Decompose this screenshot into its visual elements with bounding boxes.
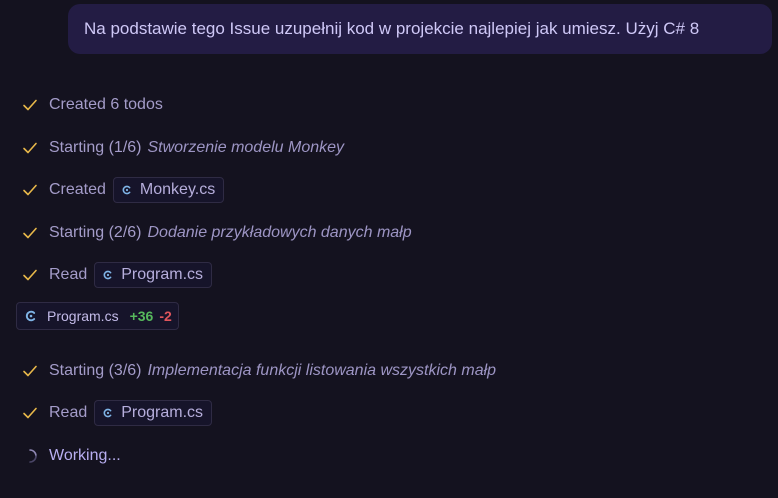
step-title: Stworzenie modelu Monkey: [147, 139, 345, 156]
file-chip-monkey[interactable]: Monkey.cs: [112, 177, 225, 203]
step-label: Read: [49, 266, 88, 283]
step-label: Starting (1/6): [49, 139, 142, 156]
file-name: Monkey.cs: [139, 181, 216, 198]
step-label: Starting (3/6): [49, 362, 142, 379]
step-label: Created 6 todos: [49, 96, 163, 113]
step-starting-3: Starting (3/6) Implementacja funkcji lis…: [22, 357, 496, 385]
step-title: Implementacja funkcji listowania wszystk…: [147, 362, 497, 379]
csharp-file-icon: [121, 184, 133, 196]
csharp-file-icon: [102, 407, 114, 419]
step-read-file-2: Read Program.cs: [22, 399, 213, 427]
check-icon: [22, 363, 38, 379]
spinner-icon: [22, 448, 38, 464]
check-icon: [22, 225, 38, 241]
step-starting-2: Starting (2/6) Dodanie przykładowych dan…: [22, 219, 412, 247]
step-label: Created: [49, 181, 106, 198]
step-read-file: Read Program.cs: [22, 261, 213, 289]
check-icon: [22, 140, 38, 156]
check-icon: [22, 97, 38, 113]
csharp-file-icon: [24, 309, 38, 323]
check-icon: [22, 267, 38, 283]
diff-added-count: +36: [129, 308, 154, 324]
csharp-file-icon: [102, 269, 114, 281]
step-label: Read: [49, 404, 88, 421]
step-label: Starting (2/6): [49, 224, 142, 241]
step-created-todos: Created 6 todos: [22, 91, 169, 119]
user-message: Na podstawie tego Issue uzupełnij kod w …: [68, 4, 772, 54]
file-name: Program.cs: [121, 266, 204, 283]
check-icon: [22, 405, 38, 421]
diff-removed-count: -2: [159, 308, 172, 324]
step-created-file: Created Monkey.cs: [22, 176, 225, 204]
diff-chip-program[interactable]: Program.cs +36 -2: [16, 302, 179, 330]
working-status: Working...: [22, 442, 121, 470]
file-chip-program-2[interactable]: Program.cs: [94, 400, 213, 426]
check-icon: [22, 182, 38, 198]
diff-file-name: Program.cs: [47, 308, 119, 324]
step-starting-1: Starting (1/6) Stworzenie modelu Monkey: [22, 134, 344, 162]
working-label: Working...: [49, 447, 121, 464]
file-chip-program[interactable]: Program.cs: [94, 262, 213, 288]
chat-panel: Na podstawie tego Issue uzupełnij kod w …: [0, 0, 778, 498]
file-name: Program.cs: [121, 404, 204, 421]
step-title: Dodanie przykładowych danych małp: [147, 224, 412, 241]
